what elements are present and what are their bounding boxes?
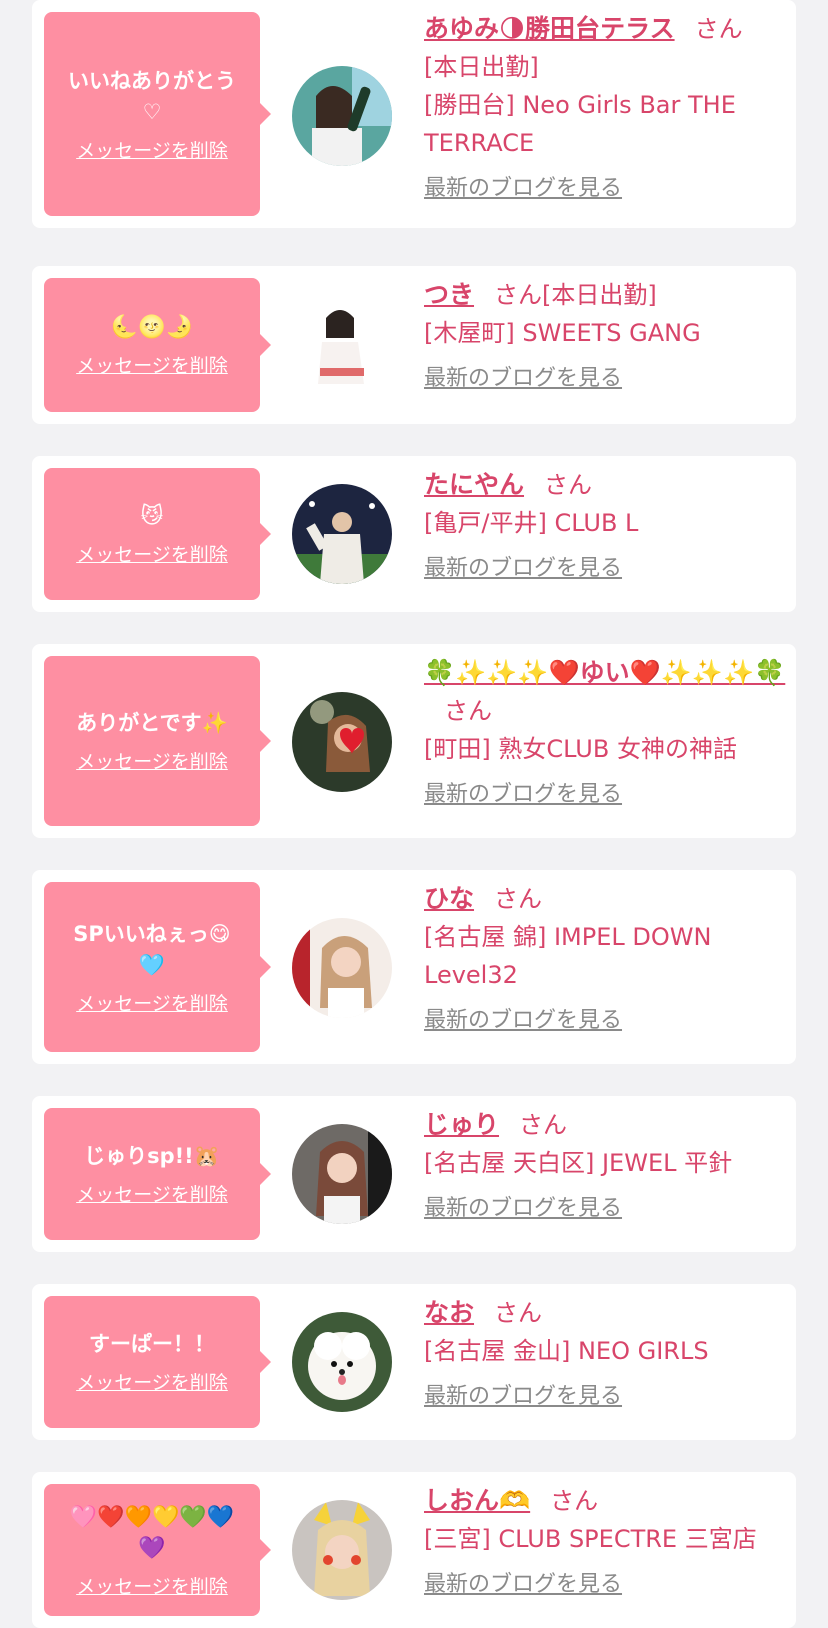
user-name-link[interactable]: ひな: [424, 884, 474, 913]
honorific: さん: [550, 1487, 599, 1515]
user-name-link[interactable]: じゅり: [424, 1110, 499, 1139]
delete-message-link[interactable]: メッセージを削除: [76, 1368, 228, 1395]
honorific: さん: [494, 1299, 543, 1327]
user-name-link[interactable]: しおん🫶: [424, 1486, 530, 1515]
name-line: あゆみ🌗勝田台テラス さん: [424, 10, 789, 48]
view-blog-link[interactable]: 最新のブログを見る: [424, 550, 622, 588]
woman-with-bottle-photo-icon: [292, 66, 392, 166]
entry-info: なお さん [名古屋 金山] NEO GIRLS 最新のブログを見る: [424, 1294, 789, 1416]
entry-info: あゆみ🌗勝田台テラス さん [本日出勤] [勝田台] Neo Girls Bar …: [424, 10, 789, 208]
shop-name: [亀戸/平井] CLUB L: [424, 509, 639, 537]
status-text: [本日出勤]: [542, 281, 657, 309]
view-blog-link[interactable]: 最新のブログを見る: [424, 1378, 622, 1416]
message-text: すーぱー！！: [89, 1332, 215, 1356]
shop-name: [名古屋 金山] NEO GIRLS: [424, 1337, 709, 1365]
message-text: 😼: [140, 504, 164, 529]
honorific: さん: [519, 1111, 568, 1139]
entry-info: つき さん[本日出勤] [木屋町] SWEETS GANG 最新のブログを見る: [424, 276, 789, 398]
view-blog-link[interactable]: 最新のブログを見る: [424, 1002, 622, 1040]
honorific: さん: [694, 15, 743, 43]
name-line: なお さん: [424, 1294, 789, 1332]
avatar[interactable]: [292, 1124, 392, 1224]
woman-portrait-photo-icon: [292, 1124, 392, 1224]
view-blog-link[interactable]: 最新のブログを見る: [424, 1190, 622, 1228]
woman-selfie-photo-icon: [292, 918, 392, 1018]
shop-name: [三宮] CLUB SPECTRE 三宮店: [424, 1525, 757, 1553]
shop-name: [木屋町] SWEETS GANG: [424, 319, 701, 347]
name-line: じゅり さん: [424, 1106, 789, 1144]
list-item: いいねありがとう ♡ メッセージを削除 あゆみ🌗勝田台テラス さん [本日出勤] …: [32, 0, 796, 228]
message-bubble: ありがとです✨ メッセージを削除: [44, 656, 271, 826]
user-name-link[interactable]: あゆみ🌗勝田台テラス: [424, 14, 675, 43]
shop-name: [町田] 熟女CLUB 女神の神話: [424, 735, 737, 763]
user-name-link[interactable]: つき: [424, 280, 474, 309]
white-pomeranian-photo-icon: [292, 1312, 392, 1412]
avatar[interactable]: [292, 484, 392, 584]
avatar[interactable]: [292, 1500, 392, 1600]
list-item: 🌜🌝🌛 メッセージを削除 つき さん[本日出勤] [木屋町] SWEETS GAN…: [32, 266, 796, 424]
view-blog-link[interactable]: 最新のブログを見る: [424, 170, 622, 208]
delete-message-link[interactable]: メッセージを削除: [76, 1180, 228, 1207]
name-line: ひな さん: [424, 880, 789, 918]
message-bubble: 😼 メッセージを削除: [44, 468, 271, 600]
honorific: さん: [544, 471, 593, 499]
baseball-stadium-photo-icon: [292, 484, 392, 584]
avatar[interactable]: [292, 66, 392, 166]
message-bubble: すーぱー！！ メッセージを削除: [44, 1296, 271, 1428]
delete-message-link[interactable]: メッセージを削除: [76, 989, 228, 1016]
name-line: しおん🫶 さん: [424, 1482, 789, 1520]
list-item: SPいいねぇっ😋 🩵 メッセージを削除 ひな さん [名古屋 錦] IMPEL D…: [32, 870, 796, 1064]
list-item: じゅりsp!!🐹 メッセージを削除 じゅり さん [名古屋 天白区] JEWEL …: [32, 1096, 796, 1252]
entry-info: しおん🫶 さん [三宮] CLUB SPECTRE 三宮店 最新のブログを見る: [424, 1482, 789, 1604]
delete-message-link[interactable]: メッセージを削除: [76, 351, 228, 378]
message-text: ありがとです✨: [76, 711, 228, 735]
name-line: たにやん さん: [424, 466, 789, 504]
name-line: 🍀✨✨✨❤️ゆい❤️✨✨✨🍀 さん: [424, 654, 789, 730]
view-blog-link[interactable]: 最新のブログを見る: [424, 776, 622, 814]
shop-name: [勝田台] Neo Girls Bar THE TERRACE: [424, 91, 736, 157]
message-text: 🩷❤️🧡💛💚💙 💜: [69, 1504, 235, 1561]
woman-with-heart-sticker-photo-icon: [292, 692, 392, 792]
status-text: [本日出勤]: [424, 53, 539, 81]
delete-message-link[interactable]: メッセージを削除: [76, 136, 228, 163]
view-blog-link[interactable]: 最新のブログを見る: [424, 1566, 622, 1604]
message-text: SPいいねぇっ😋 🩵: [73, 921, 231, 977]
user-name-link[interactable]: なお: [424, 1298, 474, 1327]
shop-name: [名古屋 錦] IMPEL DOWN Level32: [424, 923, 712, 989]
honorific: さん: [494, 885, 543, 913]
avatar[interactable]: [292, 1312, 392, 1412]
list-item: 🩷❤️🧡💛💚💙 💜 メッセージを削除 しおん🫶 さん [三宮] CLUB SPEC…: [32, 1472, 796, 1628]
delete-message-link[interactable]: メッセージを削除: [76, 747, 228, 774]
message-bubble: いいねありがとう ♡ メッセージを削除: [44, 12, 271, 216]
list-item: すーぱー！！ メッセージを削除 なお さん [名古屋 金山] NEO GIRLS …: [32, 1284, 796, 1440]
avatar[interactable]: [292, 918, 392, 1018]
shop-name: [名古屋 天白区] JEWEL 平針: [424, 1149, 733, 1177]
message-text: いいねありがとう ♡: [68, 68, 236, 124]
message-bubble: 🩷❤️🧡💛💚💙 💜 メッセージを削除: [44, 1484, 271, 1616]
entry-info: 🍀✨✨✨❤️ゆい❤️✨✨✨🍀 さん [町田] 熟女CLUB 女神の神話 最新のブロ…: [424, 654, 789, 814]
entry-info: ひな さん [名古屋 錦] IMPEL DOWN Level32 最新のブログを見…: [424, 880, 789, 1040]
woman-in-white-outfit-photo-icon: [292, 294, 392, 394]
delete-message-link[interactable]: メッセージを削除: [76, 1572, 228, 1599]
delete-message-link[interactable]: メッセージを削除: [76, 540, 228, 567]
entry-info: じゅり さん [名古屋 天白区] JEWEL 平針 最新のブログを見る: [424, 1106, 789, 1228]
list-item: 😼 メッセージを削除 たにやん さん [亀戸/平井] CLUB L 最新のブログを…: [32, 456, 796, 612]
view-blog-link[interactable]: 最新のブログを見る: [424, 360, 622, 398]
message-text: じゅりsp!!🐹: [84, 1144, 220, 1168]
avatar[interactable]: [292, 692, 392, 792]
list-item: ありがとです✨ メッセージを削除 🍀✨✨✨❤️ゆい❤️✨✨✨🍀 さん [町田] 熟…: [32, 644, 796, 838]
entry-info: たにやん さん [亀戸/平井] CLUB L 最新のブログを見る: [424, 466, 789, 588]
message-bubble: SPいいねぇっ😋 🩵 メッセージを削除: [44, 882, 271, 1052]
message-bubble: 🌜🌝🌛 メッセージを削除: [44, 278, 271, 412]
woman-with-pikachu-filter-photo-icon: [292, 1500, 392, 1600]
message-list: いいねありがとう ♡ メッセージを削除 あゆみ🌗勝田台テラス さん [本日出勤] …: [0, 0, 828, 1628]
name-line: つき さん[本日出勤]: [424, 276, 789, 314]
message-bubble: じゅりsp!!🐹 メッセージを削除: [44, 1108, 271, 1240]
user-name-link[interactable]: 🍀✨✨✨❤️ゆい❤️✨✨✨🍀: [424, 658, 785, 687]
message-text: 🌜🌝🌛: [110, 315, 194, 340]
user-name-link[interactable]: たにやん: [424, 470, 524, 499]
avatar[interactable]: [292, 294, 392, 394]
honorific: さん: [444, 697, 492, 725]
honorific: さん: [494, 281, 543, 309]
